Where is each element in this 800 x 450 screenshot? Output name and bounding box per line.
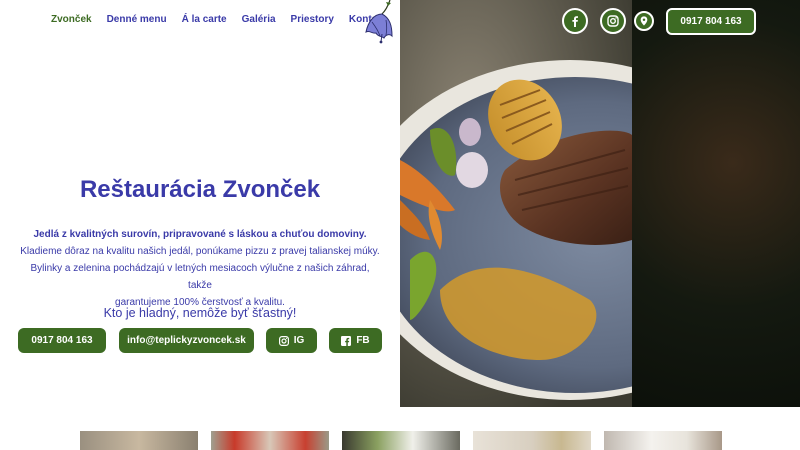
nav-item-denne-menu[interactable]: Denné menu <box>107 14 167 25</box>
gallery-thumb[interactable] <box>604 431 722 450</box>
facebook-square-icon <box>341 335 352 346</box>
hero-food-image <box>400 0 800 407</box>
instagram-button[interactable]: IG <box>266 328 317 353</box>
facebook-button-label: FB <box>356 335 370 346</box>
phone-button-label: 0917 804 163 <box>31 335 93 346</box>
facebook-round-button[interactable] <box>562 8 588 34</box>
instagram-icon <box>607 15 619 27</box>
phone-button[interactable]: 0917 804 163 <box>18 328 106 353</box>
nav-item-galeria[interactable]: Galéria <box>242 14 276 25</box>
facebook-icon <box>572 16 578 27</box>
main-navigation: Zvonček Denné menu Á la carte Galéria Pr… <box>0 0 401 44</box>
nav-item-a-la-carte[interactable]: Á la carte <box>182 14 227 25</box>
header-phone-label: 0917 804 163 <box>680 16 742 27</box>
hero-line-2: Kladieme dôraz na kvalitu našich jedál, … <box>20 246 380 257</box>
nav-links: Zvonček Denné menu Á la carte Galéria Pr… <box>51 14 401 25</box>
hero-slogan: Kto je hladný, nemôže byť šťastný! <box>103 306 297 320</box>
nav-item-priestory[interactable]: Priestory <box>291 14 334 25</box>
hero-intro: Jedlá z kvalitných surovín, pripravované… <box>33 229 367 240</box>
location-pin-icon <box>640 16 648 26</box>
dark-background-area <box>632 0 800 407</box>
location-round-button[interactable] <box>634 11 654 31</box>
hero-title: Reštaurácia Zvonček <box>79 176 321 203</box>
nav-item-zvoncek[interactable]: Zvonček <box>51 14 92 25</box>
instagram-button-label: IG <box>293 335 305 346</box>
gallery-thumb[interactable] <box>80 431 198 450</box>
gallery-thumb[interactable] <box>211 431 329 450</box>
instagram-round-button[interactable] <box>600 8 626 34</box>
bellflower-logo[interactable] <box>360 0 398 44</box>
gallery-strip <box>80 431 722 450</box>
hero-description: Jedlá z kvalitných surovín, pripravované… <box>18 226 382 311</box>
header-phone-button[interactable]: 0917 804 163 <box>666 8 756 35</box>
hero-line-3: Bylinky a zelenina pochádzajú v letných … <box>30 263 370 291</box>
email-button-label: info@teplickyzvoncek.sk <box>127 335 246 346</box>
gallery-thumb[interactable] <box>342 431 460 450</box>
email-button[interactable]: info@teplickyzvoncek.sk <box>119 328 254 353</box>
gallery-thumb[interactable] <box>473 431 591 450</box>
instagram-icon <box>278 335 289 346</box>
facebook-button[interactable]: FB <box>329 328 382 353</box>
